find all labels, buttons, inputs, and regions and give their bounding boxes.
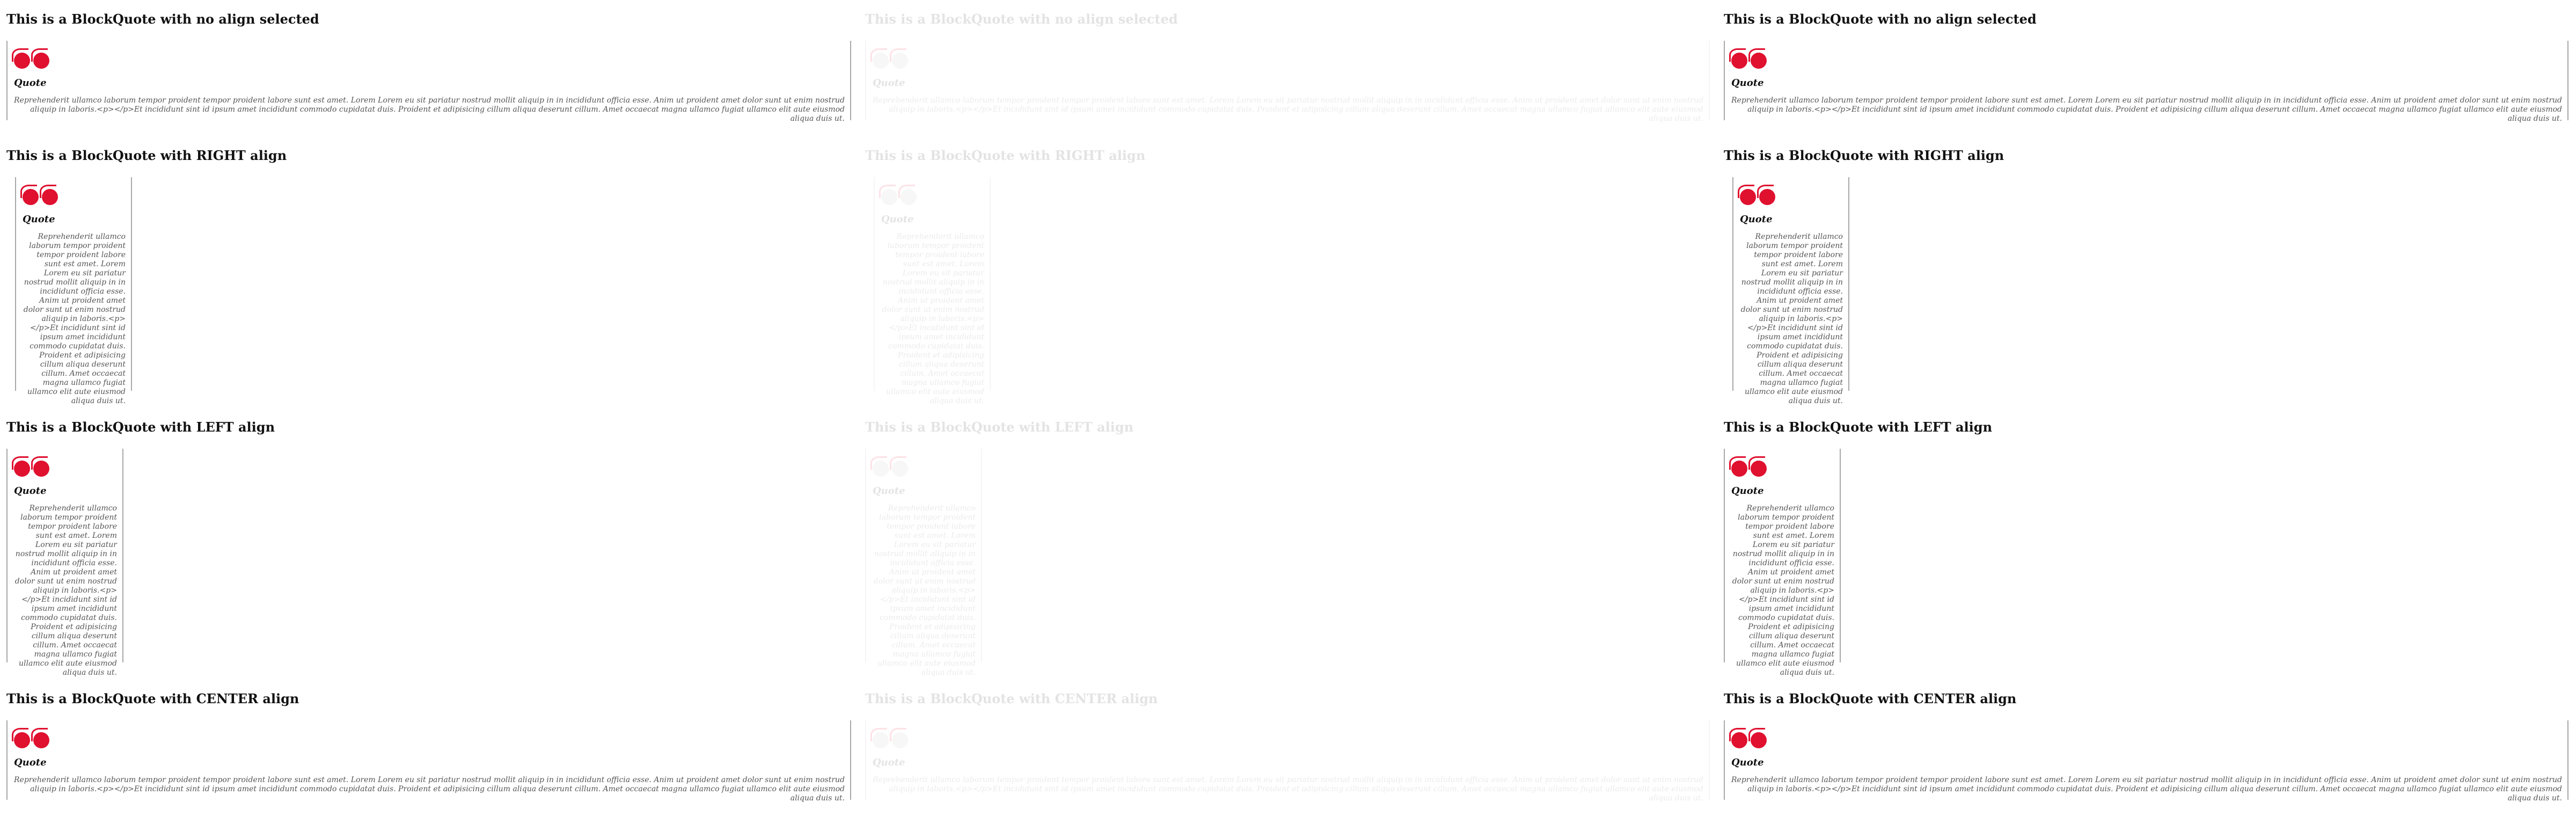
section-right-align: This is a BlockQuote with RIGHT align Qu… <box>865 147 1146 405</box>
quote-icon <box>870 454 976 477</box>
quote-icon <box>879 183 984 205</box>
quote-text: Reprehenderit ullamco laborum tempor pro… <box>873 504 976 677</box>
quote-text: Reprehenderit ullamco laborum tempor pro… <box>873 96 1703 123</box>
page: This is a BlockQuote with no align selec… <box>0 0 2576 817</box>
quote-icon <box>20 183 126 205</box>
blockquote-right-align: Quote Reprehenderit ullamco laborum temp… <box>874 177 991 405</box>
quote-icon <box>1729 46 2562 69</box>
blockquote-center-align[interactable]: Quote Reprehenderit ullamco laborum temp… <box>1724 720 2568 803</box>
quote-text: Reprehenderit ullamco laborum tempor pro… <box>1731 96 2562 123</box>
quote-icon <box>870 46 1703 69</box>
quote-icon <box>12 454 117 477</box>
heading-left-align: This is a BlockQuote with LEFT align <box>865 419 1134 435</box>
quote-label: Quote <box>873 485 905 497</box>
quote-label: Quote <box>14 485 47 497</box>
quote-icon <box>12 726 845 748</box>
blockquote-no-align: Quote Reprehenderit ullamco laborum temp… <box>865 41 1710 123</box>
quote-text: Reprehenderit ullamco laborum tempor pro… <box>14 776 845 803</box>
heading-no-align: This is a BlockQuote with no align selec… <box>1724 11 2037 27</box>
heading-no-align: This is a BlockQuote with no align selec… <box>865 11 1178 27</box>
quote-label: Quote <box>873 77 905 89</box>
quote-text: Reprehenderit ullamco laborum tempor pro… <box>882 232 984 405</box>
heading-left-align: This is a BlockQuote with LEFT align <box>6 419 275 435</box>
quote-label: Quote <box>1740 214 1773 225</box>
blockquote-right-align[interactable]: Quote Reprehenderit ullamco laborum temp… <box>1732 177 1849 405</box>
quote-text: Reprehenderit ullamco laborum tempor pro… <box>1732 504 1834 677</box>
heading-center-align: This is a BlockQuote with CENTER align <box>6 691 299 706</box>
quote-icon <box>870 726 1703 748</box>
blockquote-center-align[interactable]: Quote Reprehenderit ullamco laborum temp… <box>6 720 851 803</box>
section-center-align: This is a BlockQuote with CENTER align Q… <box>1724 690 2568 803</box>
quote-text: Reprehenderit ullamco laborum tempor pro… <box>873 776 1703 803</box>
section-right-align: This is a BlockQuote with RIGHT align Qu… <box>1724 147 2004 405</box>
section-right-align: This is a BlockQuote with RIGHT align Qu… <box>6 147 287 405</box>
quote-text: Reprehenderit ullamco laborum tempor pro… <box>1740 232 1843 405</box>
section-left-align: This is a BlockQuote with LEFT align Quo… <box>865 419 1134 677</box>
quote-label: Quote <box>1731 77 1764 89</box>
heading-no-align: This is a BlockQuote with no align selec… <box>6 11 319 27</box>
quote-label: Quote <box>14 77 47 89</box>
quote-text: Reprehenderit ullamco laborum tempor pro… <box>1731 776 2562 803</box>
section-no-align: This is a BlockQuote with no align selec… <box>6 11 851 123</box>
quote-icon <box>1729 454 1834 477</box>
section-left-align: This is a BlockQuote with LEFT align Quo… <box>6 419 275 677</box>
quote-icon <box>12 46 845 69</box>
quote-label: Quote <box>1731 757 1764 768</box>
blockquote-center-align: Quote Reprehenderit ullamco laborum temp… <box>865 720 1710 803</box>
section-no-align: This is a BlockQuote with no align selec… <box>1724 11 2568 123</box>
heading-center-align: This is a BlockQuote with CENTER align <box>1724 691 2017 706</box>
quote-label: Quote <box>873 757 905 768</box>
quote-text: Reprehenderit ullamco laborum tempor pro… <box>14 504 117 677</box>
section-center-align: This is a BlockQuote with CENTER align Q… <box>865 690 1710 803</box>
blockquote-left-align: Quote Reprehenderit ullamco laborum temp… <box>865 449 982 677</box>
quote-label: Quote <box>881 214 914 225</box>
quote-icon <box>1738 183 1843 205</box>
blockquote-no-align[interactable]: Quote Reprehenderit ullamco laborum temp… <box>1724 41 2568 123</box>
blockquote-left-align[interactable]: Quote Reprehenderit ullamco laborum temp… <box>6 449 123 677</box>
blockquote-right-align[interactable]: Quote Reprehenderit ullamco laborum temp… <box>15 177 132 405</box>
quote-text: Reprehenderit ullamco laborum tempor pro… <box>14 96 845 123</box>
quote-label: Quote <box>1731 485 1764 497</box>
quote-icon <box>1729 726 2562 748</box>
heading-right-align: This is a BlockQuote with RIGHT align <box>865 148 1146 163</box>
heading-left-align: This is a BlockQuote with LEFT align <box>1724 419 1993 435</box>
blockquote-no-align[interactable]: Quote Reprehenderit ullamco laborum temp… <box>6 41 851 123</box>
heading-center-align: This is a BlockQuote with CENTER align <box>865 691 1158 706</box>
section-center-align: This is a BlockQuote with CENTER align Q… <box>6 690 851 803</box>
heading-right-align: This is a BlockQuote with RIGHT align <box>1724 148 2004 163</box>
quote-label: Quote <box>14 757 47 768</box>
heading-right-align: This is a BlockQuote with RIGHT align <box>6 148 287 163</box>
section-no-align: This is a BlockQuote with no align selec… <box>865 11 1710 123</box>
quote-text: Reprehenderit ullamco laborum tempor pro… <box>23 232 126 405</box>
quote-label: Quote <box>23 214 55 225</box>
blockquote-left-align[interactable]: Quote Reprehenderit ullamco laborum temp… <box>1724 449 1841 677</box>
section-left-align: This is a BlockQuote with LEFT align Quo… <box>1724 419 1993 677</box>
